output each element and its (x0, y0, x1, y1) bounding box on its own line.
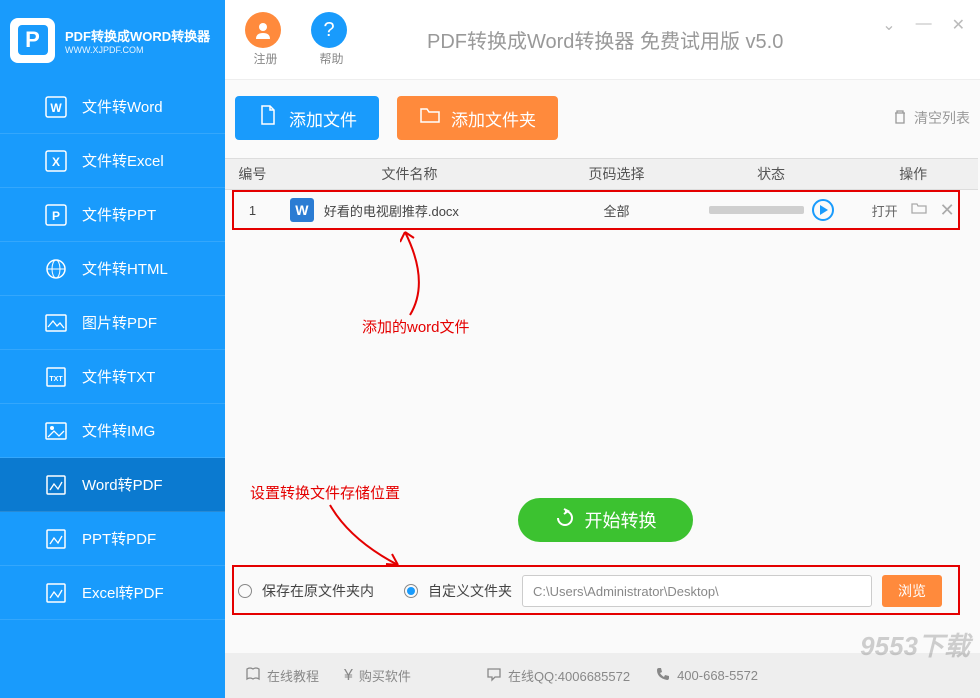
svg-text:P: P (52, 209, 60, 223)
file-icon (257, 104, 279, 132)
sidebar: P PDF转换成WORD转换器 WWW.XJPDF.COM W 文件转Word X… (0, 0, 225, 698)
sidebar-item-excel-pdf[interactable]: Excel转PDF (0, 566, 225, 620)
excel-icon: X (45, 150, 67, 172)
buy-link[interactable]: ¥ 购买软件 (344, 666, 411, 685)
header-status: 状态 (694, 164, 849, 184)
window-controls: ⌄ — ✕ (882, 15, 965, 35)
start-convert-button[interactable]: 开始转换 (518, 498, 693, 542)
register-button[interactable]: 注册 (245, 12, 286, 67)
logo-title: PDF转换成WORD转换器 (65, 26, 210, 45)
browse-button[interactable]: 浏览 (882, 575, 942, 607)
header-page: 页码选择 (539, 164, 694, 184)
user-icon (245, 12, 281, 48)
svg-text:TXT: TXT (49, 376, 63, 383)
toolbar: 添加文件 添加文件夹 清空列表 (235, 88, 970, 148)
image-icon (45, 420, 67, 442)
sidebar-item-label: 文件转HTML (82, 258, 168, 279)
folder-icon (419, 104, 441, 132)
sidebar-item-label: 文件转Excel (82, 150, 164, 171)
globe-icon (45, 258, 67, 280)
annotation-text-1: 添加的word文件 (362, 316, 470, 337)
sidebar-item-label: 文件转PPT (82, 204, 156, 225)
sidebar-item-word[interactable]: W 文件转Word (0, 80, 225, 134)
pdf-icon (45, 582, 67, 604)
close-icon[interactable]: ✕ (952, 15, 965, 35)
path-input[interactable] (522, 575, 872, 607)
logo-area: P PDF转换成WORD转换器 WWW.XJPDF.COM (0, 0, 225, 80)
ppt-icon: P (45, 204, 67, 226)
sidebar-item-label: 文件转TXT (82, 366, 155, 387)
app-title: PDF转换成Word转换器 免费试用版 v5.0 (427, 25, 783, 54)
sidebar-item-label: 文件转Word (82, 96, 163, 117)
sidebar-item-label: 图片转PDF (82, 312, 157, 333)
header-op: 操作 (848, 164, 978, 184)
annotation-box-1 (232, 190, 960, 230)
sidebar-item-ppt[interactable]: P 文件转PPT (0, 188, 225, 242)
chat-icon (486, 666, 502, 685)
annotation-arrow-2 (320, 500, 410, 575)
trash-icon (892, 109, 908, 128)
sidebar-item-excel[interactable]: X 文件转Excel (0, 134, 225, 188)
help-icon: ? (311, 12, 347, 48)
header-name: 文件名称 (280, 164, 539, 184)
clear-list-button[interactable]: 清空列表 (892, 108, 970, 128)
image-pdf-icon (45, 312, 67, 334)
dropdown-icon[interactable]: ⌄ (882, 15, 895, 35)
logo-icon: P (10, 18, 55, 63)
minimize-icon[interactable]: — (916, 15, 932, 35)
sidebar-item-label: Excel转PDF (82, 582, 164, 603)
word-icon: W (45, 96, 67, 118)
header-num: 编号 (225, 164, 280, 184)
book-icon (245, 666, 261, 685)
sidebar-item-html[interactable]: 文件转HTML (0, 242, 225, 296)
radio-custom-folder[interactable] (404, 584, 418, 598)
phone-link[interactable]: 400-668-5572 (655, 666, 758, 685)
tutorial-link[interactable]: 在线教程 (245, 666, 319, 685)
sidebar-item-img-pdf[interactable]: 图片转PDF (0, 296, 225, 350)
table-header: 编号 文件名称 页码选择 状态 操作 (225, 158, 978, 190)
pdf-icon (45, 528, 67, 550)
qq-link[interactable]: 在线QQ:4006685572 (486, 666, 630, 685)
sidebar-item-label: 文件转IMG (82, 420, 155, 441)
sidebar-item-word-pdf[interactable]: Word转PDF (0, 458, 225, 512)
sidebar-item-txt[interactable]: TXT 文件转TXT (0, 350, 225, 404)
phone-icon (655, 666, 671, 685)
yen-icon: ¥ (344, 667, 353, 685)
sidebar-item-ppt-pdf[interactable]: PPT转PDF (0, 512, 225, 566)
txt-icon: TXT (45, 366, 67, 388)
refresh-icon (555, 508, 575, 533)
add-file-button[interactable]: 添加文件 (235, 96, 379, 140)
radio-label-1: 保存在原文件夹内 (262, 581, 374, 601)
sidebar-item-label: Word转PDF (82, 474, 163, 495)
svg-text:W: W (50, 101, 62, 115)
radio-original-folder[interactable] (238, 584, 252, 598)
top-bar: 注册 ? 帮助 PDF转换成Word转换器 免费试用版 v5.0 ⌄ — ✕ (225, 0, 980, 80)
help-button[interactable]: ? 帮助 (311, 12, 352, 67)
watermark: 9553下载 (860, 626, 970, 663)
sidebar-item-img[interactable]: 文件转IMG (0, 404, 225, 458)
svg-text:X: X (52, 155, 60, 169)
logo-url: WWW.XJPDF.COM (65, 45, 210, 55)
annotation-arrow-1 (400, 222, 460, 322)
add-folder-button[interactable]: 添加文件夹 (397, 96, 558, 140)
sidebar-item-label: PPT转PDF (82, 528, 156, 549)
radio-label-2: 自定义文件夹 (428, 581, 512, 601)
pdf-icon (45, 474, 67, 496)
save-options: 保存在原文件夹内 自定义文件夹 浏览 (238, 575, 942, 607)
